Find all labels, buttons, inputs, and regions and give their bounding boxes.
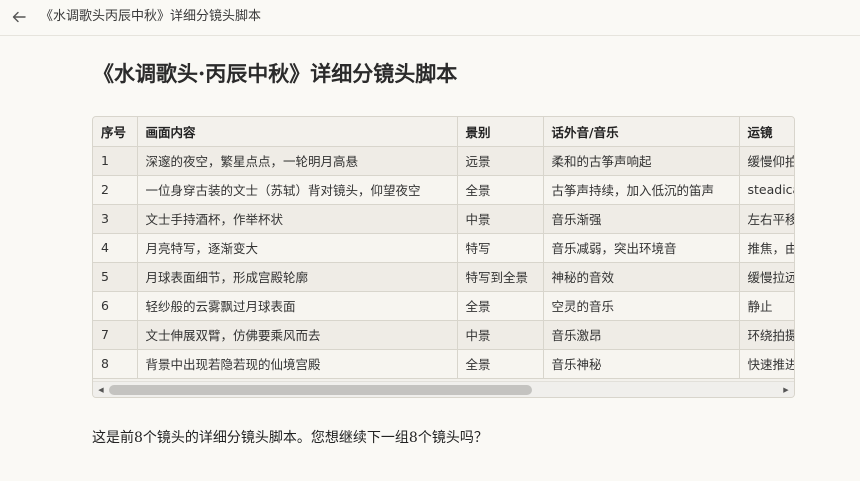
table-row: 1 深邃的夜空，繁星点点，一轮明月高悬 远景 柔和的古筝声响起 缓慢仰拍 xyxy=(93,146,794,176)
table-row: 2 一位身穿古装的文士（苏轼）背对镜头，仰望夜空 全景 古筝声持续，加入低沉的笛声 st… xyxy=(93,175,794,205)
follow-up-question: 这是前8个镜头的详细分镜头脚本。您想继续下一组8个镜头吗？ xyxy=(92,430,488,446)
table-cell: 8 xyxy=(93,349,138,379)
table-header-row: 序号 画面内容 景别 话外音/音乐 运镜 xyxy=(93,117,794,147)
table-cell: 音乐激昂 xyxy=(543,320,740,350)
document-title: 《水调歌头·丙辰中秋》详细分镜头脚本 xyxy=(93,61,458,86)
column-header: 话外音/音乐 xyxy=(543,117,740,147)
top-bar: 《水调歌头丙辰中秋》详细分镜头脚本 xyxy=(0,0,860,36)
table-cell: 文士手持酒杯，作举杯状 xyxy=(137,204,458,234)
table-cell: 轻纱般的云雾飘过月球表面 xyxy=(137,291,458,321)
table-cell: 古筝声持续，加入低沉的笛声 xyxy=(543,175,740,205)
table-cell: 神秘的音效 xyxy=(543,262,740,292)
table-row: 5 月球表面细节，形成宫殿轮廓 特写到全景 神秘的音效 缓慢拉远 xyxy=(93,262,794,292)
table-cell: 左右平移 xyxy=(739,204,794,234)
table-cell: 文士伸展双臂，仿佛要乘风而去 xyxy=(137,320,458,350)
caret-left-icon: ◀ xyxy=(98,386,104,394)
table-cell: 6 xyxy=(93,291,138,321)
table-cell: 全景 xyxy=(457,349,544,379)
table-cell: 月亮特写，逐渐变大 xyxy=(137,233,458,263)
table-cell: 背景中出现若隐若现的仙境宫殿 xyxy=(137,349,458,379)
table-cell: 推焦，由远及近 xyxy=(739,233,794,263)
table-cell: 中景 xyxy=(457,320,544,350)
scroll-left-button[interactable]: ◀ xyxy=(96,385,106,395)
table-cell: 空灵的音乐 xyxy=(543,291,740,321)
horizontal-scrollbar[interactable]: ◀ ▶ xyxy=(93,381,794,397)
table-row: 7 文士伸展双臂，仿佛要乘风而去 中景 音乐激昂 环绕拍摄 xyxy=(93,320,794,350)
table-cell: 1 xyxy=(93,146,138,176)
table-cell: 音乐神秘 xyxy=(543,349,740,379)
table-cell: 柔和的古筝声响起 xyxy=(543,146,740,176)
table-cell: 快速推进 xyxy=(739,349,794,379)
table-cell: 静止 xyxy=(739,291,794,321)
table-cell: 7 xyxy=(93,320,138,350)
table-viewport: 序号 画面内容 景别 话外音/音乐 运镜 1 深邃的夜空，繁星点点，一轮明月高悬 远景 柔和的… xyxy=(93,117,794,381)
table-cell: 全景 xyxy=(457,175,544,205)
back-button[interactable] xyxy=(9,7,29,27)
arrow-left-icon xyxy=(12,11,26,23)
table-cell: steadicam xyxy=(739,175,794,205)
storyboard-table: 序号 画面内容 景别 话外音/音乐 运镜 1 深邃的夜空，繁星点点，一轮明月高悬 远景 柔和的… xyxy=(93,117,794,379)
table-cell: 音乐渐强 xyxy=(543,204,740,234)
table-cell: 缓慢仰拍 xyxy=(739,146,794,176)
caret-right-icon: ▶ xyxy=(783,386,789,394)
column-header: 景别 xyxy=(457,117,544,147)
scrollbar-thumb[interactable] xyxy=(109,385,532,395)
topbar-title: 《水调歌头丙辰中秋》详细分镜头脚本 xyxy=(40,9,262,24)
table-cell: 5 xyxy=(93,262,138,292)
table-cell: 缓慢拉远 xyxy=(739,262,794,292)
table-cell: 全景 xyxy=(457,291,544,321)
storyboard-table-container: 序号 画面内容 景别 话外音/音乐 运镜 1 深邃的夜空，繁星点点，一轮明月高悬 远景 柔和的… xyxy=(92,116,795,398)
table-body: 1 深邃的夜空，繁星点点，一轮明月高悬 远景 柔和的古筝声响起 缓慢仰拍 2 一位身穿古装的… xyxy=(93,146,794,379)
column-header: 序号 xyxy=(93,117,138,147)
column-header: 画面内容 xyxy=(137,117,458,147)
scroll-right-button[interactable]: ▶ xyxy=(781,385,791,395)
table-cell: 特写到全景 xyxy=(457,262,544,292)
table-row: 4月亮特写，逐渐变大特写音乐减弱，突出环境音推焦，由远及近 xyxy=(93,233,794,263)
column-header: 运镜 xyxy=(739,117,794,147)
table-cell: 深邃的夜空，繁星点点，一轮明月高悬 xyxy=(137,146,458,176)
table-cell: 特写 xyxy=(457,233,544,263)
table-cell: 远景 xyxy=(457,146,544,176)
table-cell: 环绕拍摄 xyxy=(739,320,794,350)
table-cell: 2 xyxy=(93,175,138,205)
table-cell: 4 xyxy=(93,233,138,263)
table-cell: 音乐减弱，突出环境音 xyxy=(543,233,740,263)
table-cell: 中景 xyxy=(457,204,544,234)
table-cell: 3 xyxy=(93,204,138,234)
table-row: 3 文士手持酒杯，作举杯状 中景 音乐渐强 左右平移 xyxy=(93,204,794,234)
table-row: 6 轻纱般的云雾飘过月球表面 全景 空灵的音乐 静止 xyxy=(93,291,794,321)
table-cell: 一位身穿古装的文士（苏轼）背对镜头，仰望夜空 xyxy=(137,175,458,205)
table-row: 8 背景中出现若隐若现的仙境宫殿 全景 音乐神秘 快速推进 xyxy=(93,349,794,379)
table-cell: 月球表面细节，形成宫殿轮廓 xyxy=(137,262,458,292)
